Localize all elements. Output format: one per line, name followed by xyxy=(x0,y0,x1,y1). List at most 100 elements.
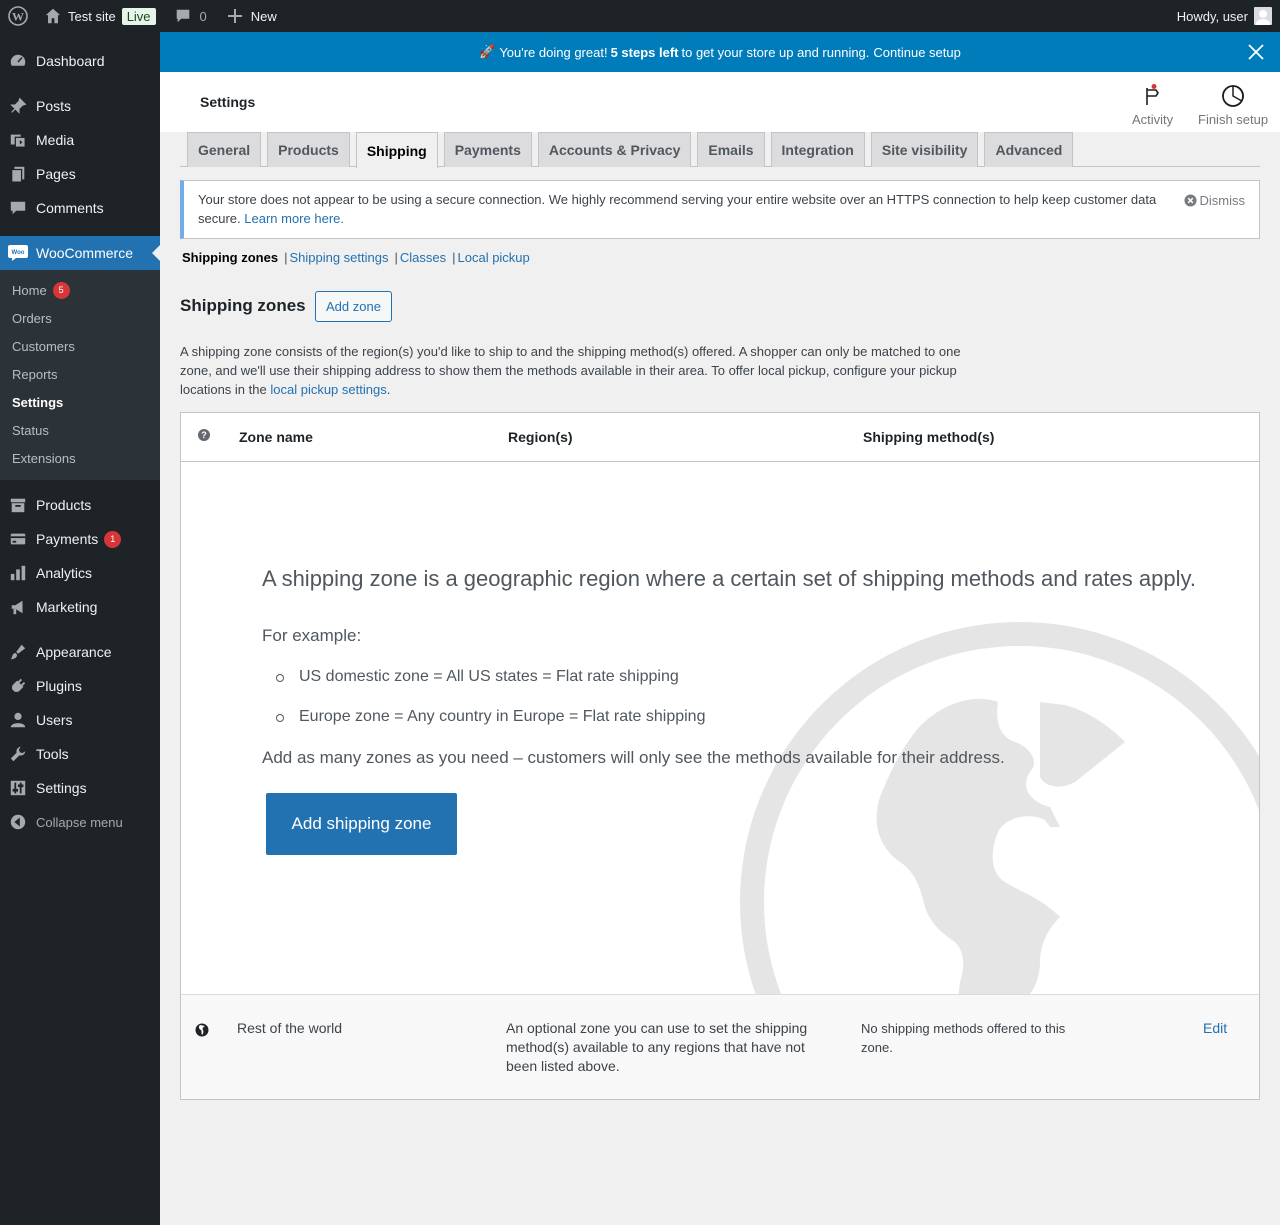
tab-general[interactable]: General xyxy=(187,132,262,167)
shipping-zones-heading: Shipping zones xyxy=(180,296,306,315)
menu-posts[interactable]: Posts xyxy=(0,89,160,123)
my-account[interactable]: Howdy, user xyxy=(1177,0,1272,32)
learn-more-link[interactable]: Learn more here. xyxy=(244,211,344,226)
pages-icon xyxy=(8,164,28,184)
menu-woocommerce[interactable]: Woo WooCommerce xyxy=(0,236,160,270)
for-example-label: For example: xyxy=(262,626,362,645)
comments-count: 0 xyxy=(199,8,207,24)
menu-plugins[interactable]: Plugins xyxy=(0,669,160,703)
wordpress-logo-icon[interactable]: W xyxy=(0,0,36,32)
menu-products[interactable]: Products xyxy=(0,488,160,522)
activity-button[interactable]: Activity xyxy=(1132,84,1173,127)
admin-bar: W Test site Live 0 New Howdy, user xyxy=(0,0,1280,32)
help-icon[interactable]: ? xyxy=(198,429,210,441)
pin-icon xyxy=(8,96,28,116)
continue-setup-link[interactable]: Continue setup xyxy=(873,45,960,60)
setup-banner: 🚀 You're doing great! 5 steps left to ge… xyxy=(160,32,1280,72)
tab-emails[interactable]: Emails xyxy=(697,132,765,167)
local-pickup-settings-link[interactable]: local pickup settings xyxy=(270,382,386,397)
col-regions: Region(s) xyxy=(508,429,573,445)
subnav-shipping-zones[interactable]: Shipping zones xyxy=(182,250,278,265)
col-shipping-methods: Shipping method(s) xyxy=(863,429,995,445)
rest-zone-name: Rest of the world xyxy=(237,1020,343,1036)
tab-advanced[interactable]: Advanced xyxy=(984,132,1074,167)
home-badge: 5 xyxy=(52,281,70,299)
blank-state: A shipping zone is a geographic region w… xyxy=(181,462,1259,994)
submenu-reports[interactable]: Reports xyxy=(0,360,160,388)
site-name-link[interactable]: Test site Live xyxy=(36,0,164,32)
flag-icon xyxy=(1141,84,1165,108)
table-header: ? Zone name Region(s) Shipping method(s) xyxy=(181,413,1259,462)
comments-link[interactable]: 0 xyxy=(166,0,215,32)
shipping-subnav: Shipping zones | Shipping settings | Cla… xyxy=(182,250,530,265)
shipping-zones-table: ? Zone name Region(s) Shipping method(s)… xyxy=(180,412,1260,1100)
menu-analytics-label: Analytics xyxy=(36,565,93,581)
submenu-orders[interactable]: Orders xyxy=(0,304,160,332)
submenu-status[interactable]: Status xyxy=(0,416,160,444)
list-item: Europe zone = Any country in Europe = Fl… xyxy=(262,708,1212,726)
new-content-link[interactable]: New xyxy=(219,0,285,32)
zones-description: A shipping zone consists of the region(s… xyxy=(180,342,980,399)
https-notice: Your store does not appear to be using a… xyxy=(180,180,1260,239)
subnav-classes[interactable]: Classes xyxy=(400,250,446,265)
site-name: Test site xyxy=(68,8,116,24)
comments-icon xyxy=(8,198,28,218)
collapse-icon xyxy=(8,812,28,832)
sliders-icon xyxy=(8,778,28,798)
tab-shipping[interactable]: Shipping xyxy=(355,132,438,168)
howdy-text: Howdy, user xyxy=(1176,8,1248,24)
dashboard-icon xyxy=(8,51,28,71)
tab-site-visibility[interactable]: Site visibility xyxy=(870,132,979,167)
add-shipping-zone-button[interactable]: Add shipping zone xyxy=(266,793,457,855)
subnav-local-pickup[interactable]: Local pickup xyxy=(458,250,530,265)
close-icon[interactable] xyxy=(1246,42,1266,62)
subnav-separator: | xyxy=(394,250,398,265)
add-zone-button[interactable]: Add zone xyxy=(315,291,392,322)
menu-settings[interactable]: Settings xyxy=(0,771,160,805)
menu-tools[interactable]: Tools xyxy=(0,737,160,771)
menu-posts-label: Posts xyxy=(36,98,72,114)
submenu-settings[interactable]: Settings xyxy=(0,388,160,416)
dismiss-button[interactable]: Dismiss xyxy=(1183,191,1245,210)
tab-products[interactable]: Products xyxy=(267,132,350,167)
blank-more-text: Add as many zones as you need – customer… xyxy=(262,748,1005,767)
menu-users[interactable]: Users xyxy=(0,703,160,737)
media-icon xyxy=(8,130,28,150)
progress-ring-icon xyxy=(1221,84,1245,108)
menu-plugins-label: Plugins xyxy=(36,678,82,694)
menu-payments[interactable]: Payments 1 xyxy=(0,522,160,556)
woocommerce-submenu: Home 5 Orders Customers Reports Settings … xyxy=(0,270,160,480)
collapse-menu[interactable]: Collapse menu xyxy=(0,805,160,839)
banner-text-after: to get your store up and running. xyxy=(681,44,870,60)
menu-pages[interactable]: Pages xyxy=(0,157,160,191)
submenu-home-label: Home xyxy=(12,282,47,298)
blank-state-content: A shipping zone is a geographic region w… xyxy=(262,566,1212,855)
user-icon xyxy=(8,710,28,730)
tab-accounts-privacy[interactable]: Accounts & Privacy xyxy=(537,132,692,167)
rest-zone-edit-link[interactable]: Edit xyxy=(1203,1019,1227,1038)
menu-marketing-label: Marketing xyxy=(36,599,98,615)
page-title: Settings xyxy=(200,94,256,110)
svg-text:W: W xyxy=(12,10,24,24)
menu-appearance[interactable]: Appearance xyxy=(0,635,160,669)
rest-zone-region: An optional zone you can use to set the … xyxy=(506,1020,808,1074)
menu-marketing[interactable]: Marketing xyxy=(0,590,160,624)
woocommerce-icon: Woo xyxy=(8,243,28,263)
svg-text:Woo: Woo xyxy=(12,250,25,256)
subnav-separator: | xyxy=(452,250,456,265)
menu-analytics[interactable]: Analytics xyxy=(0,556,160,590)
subnav-shipping-settings[interactable]: Shipping settings xyxy=(289,250,388,265)
comment-icon xyxy=(176,9,189,23)
menu-media[interactable]: Media xyxy=(0,123,160,157)
examples-list: US domestic zone = All US states = Flat … xyxy=(262,668,1212,726)
menu-dashboard[interactable]: Dashboard xyxy=(0,44,160,78)
submenu-extensions[interactable]: Extensions xyxy=(0,444,160,472)
submenu-customers[interactable]: Customers xyxy=(0,332,160,360)
tab-integration[interactable]: Integration xyxy=(770,132,865,167)
finish-setup-button[interactable]: Finish setup xyxy=(1198,84,1268,127)
submenu-home[interactable]: Home 5 xyxy=(0,276,160,304)
menu-comments-label: Comments xyxy=(36,200,104,216)
brush-icon xyxy=(8,642,28,662)
tab-payments[interactable]: Payments xyxy=(443,132,532,167)
menu-comments[interactable]: Comments xyxy=(0,191,160,225)
